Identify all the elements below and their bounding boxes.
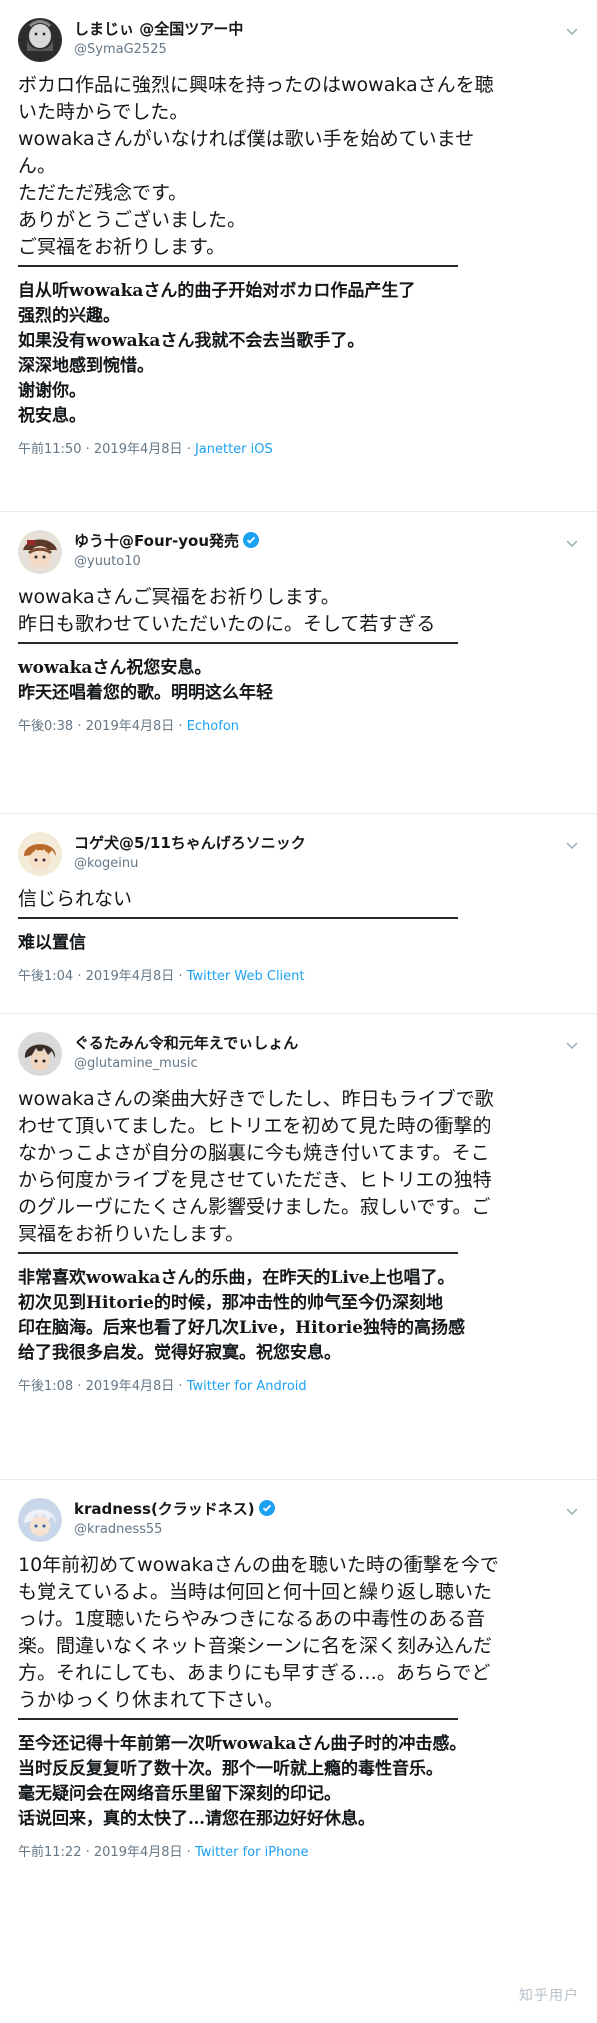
user-info: kradness(クラッドネス) @kradness55 [74, 1499, 537, 1539]
meta-separator: · [178, 719, 183, 734]
tweet-card[interactable]: kradness(クラッドネス) @kradness55 10年前初めてwowa… [0, 1480, 597, 2023]
tweet-date[interactable]: 2019年4月8日 [94, 1845, 183, 1860]
chevron-down-icon[interactable] [563, 534, 581, 552]
tweet-source-link[interactable]: Twitter Web Client [187, 969, 305, 984]
tweet-meta: 午前11:22 · 2019年4月8日 · Twitter for iPhone [18, 1844, 581, 1862]
avatar-anime-silver-hair-icon[interactable] [18, 1498, 62, 1542]
tweet-time[interactable]: 午後1:04 [18, 969, 73, 984]
tweet-header: ゆう十@Four-you発売 @yuuto10 [18, 530, 581, 584]
chevron-down-icon[interactable] [563, 836, 581, 854]
tweet-header: kradness(クラッドネス) @kradness55 [18, 1498, 581, 1552]
tweet-source-link[interactable]: Janetter iOS [195, 442, 273, 457]
divider [18, 1252, 458, 1254]
display-name[interactable]: しまじぃ @全国ツアー中 [74, 19, 537, 39]
avatar-anime-dark-hair-icon[interactable] [18, 1032, 62, 1076]
user-handle[interactable]: @kogeinu [74, 855, 537, 873]
tweet-time[interactable]: 午後1:08 [18, 1379, 73, 1394]
tweet-time[interactable]: 午前11:22 [18, 1845, 81, 1860]
tweet-text: wowakaさんご冥福をお祈りします。 昨日も歌わせていただいたのに。そして若す… [18, 586, 436, 635]
meta-separator: · [186, 442, 191, 457]
user-info: コゲ犬@5/11ちゃんげろソニック @kogeinu [74, 833, 537, 873]
translation-text: 难以置信 [18, 933, 86, 953]
tweet-source-link[interactable]: Echofon [187, 719, 239, 734]
tweet-date[interactable]: 2019年4月8日 [86, 719, 175, 734]
tweet-time[interactable]: 午後0:38 [18, 719, 73, 734]
meta-separator: · [77, 969, 82, 984]
meta-separator: · [178, 969, 183, 984]
verified-badge-icon [258, 1500, 275, 1516]
user-info: しまじぃ @全国ツアー中 @SymaG2525 [74, 19, 537, 59]
display-name[interactable]: kradness(クラッドネス) [74, 1499, 537, 1519]
tweet-header: ぐるたみん令和元年えでぃしょん @glutamine_music [18, 1032, 581, 1086]
display-name-text[interactable]: ゆう十@Four-you発売 [74, 532, 239, 550]
user-handle[interactable]: @yuuto10 [74, 553, 537, 571]
tweet-text: wowakaさんの楽曲大好きでしたし、昨日もライブで歌 わせて頂いてました。ヒト… [18, 1088, 494, 1245]
user-handle[interactable]: @SymaG2525 [74, 41, 537, 59]
tweet-card[interactable]: コゲ犬@5/11ちゃんげろソニック @kogeinu 信じられない 难以置信 午… [0, 814, 597, 1014]
watermark: 知乎用户 [519, 1988, 579, 2004]
translation-text: 自从听wowakaさん的曲子开始对ボカロ作品产生了 强烈的兴趣。 如果没有wow… [18, 281, 416, 426]
user-handle[interactable]: @glutamine_music [74, 1055, 537, 1073]
tweet-text: 10年前初めてwowakaさんの曲を聴いた時の衝撃を今で も覚えているよ。当時は… [18, 1554, 499, 1711]
translation-text: 非常喜欢wowakaさん的乐曲，在昨天的Live上也唱了。 初次见到Hitori… [18, 1268, 466, 1363]
tweet-meta: 午後1:08 · 2019年4月8日 · Twitter for Android [18, 1378, 581, 1396]
tweet-date[interactable]: 2019年4月8日 [86, 969, 175, 984]
user-handle[interactable]: @kradness55 [74, 1521, 537, 1539]
tweet-card[interactable]: ぐるたみん令和元年えでぃしょん @glutamine_music wowakaさ… [0, 1014, 597, 1480]
user-info: ぐるたみん令和元年えでぃしょん @glutamine_music [74, 1033, 537, 1073]
tweet-meta: 午後0:38 · 2019年4月8日 · Echofon [18, 718, 581, 736]
divider [18, 265, 458, 267]
user-info: ゆう十@Four-you発売 @yuuto10 [74, 531, 537, 571]
divider [18, 917, 458, 919]
translation-text: wowakaさん祝您安息。 昨天还唱着您的歌。明明这么年轻 [18, 658, 273, 703]
tweet-text: 信じられない [18, 888, 133, 910]
display-name[interactable]: ゆう十@Four-you発売 [74, 531, 537, 551]
tweet-header: しまじぃ @全国ツアー中 @SymaG2525 [18, 18, 581, 72]
chevron-down-icon[interactable] [563, 1502, 581, 1520]
avatar-face-beard-icon[interactable] [18, 18, 62, 62]
meta-separator: · [85, 1845, 90, 1860]
tweet-meta: 午後1:04 · 2019年4月8日 · Twitter Web Client [18, 968, 581, 986]
tweet-source-link[interactable]: Twitter for Android [187, 1379, 307, 1394]
tweet-source-link[interactable]: Twitter for iPhone [195, 1845, 309, 1860]
tweet-time[interactable]: 午前11:50 [18, 442, 81, 457]
tweet-date[interactable]: 2019年4月8日 [94, 442, 183, 457]
translation-text: 至今还记得十年前第一次听wowakaさん曲子时的冲击感。 当时反反复复听了数十次… [18, 1734, 467, 1829]
meta-separator: · [85, 442, 90, 457]
tweet-meta: 午前11:50 · 2019年4月8日 · Janetter iOS [18, 441, 581, 459]
tweet-date[interactable]: 2019年4月8日 [86, 1379, 175, 1394]
chevron-down-icon[interactable] [563, 1036, 581, 1054]
avatar-anime-hat-icon[interactable] [18, 530, 62, 574]
display-name[interactable]: ぐるたみん令和元年えでぃしょん [74, 1033, 537, 1053]
meta-separator: · [178, 1379, 183, 1394]
tweet-header: コゲ犬@5/11ちゃんげろソニック @kogeinu [18, 832, 581, 886]
chevron-down-icon[interactable] [563, 22, 581, 40]
tweet-text: ボカロ作品に強烈に興味を持ったのはwowakaさんを聴 いた時からでした。 wo… [18, 74, 494, 258]
display-name-text[interactable]: kradness(クラッドネス) [74, 1500, 255, 1518]
divider [18, 1718, 458, 1720]
tweet-card[interactable]: しまじぃ @全国ツアー中 @SymaG2525 ボカロ作品に強烈に興味を持ったの… [0, 0, 597, 512]
display-name[interactable]: コゲ犬@5/11ちゃんげろソニック [74, 833, 537, 853]
divider [18, 642, 458, 644]
verified-badge-icon [243, 532, 260, 548]
avatar-anime-brown-hair-icon[interactable] [18, 832, 62, 876]
meta-separator: · [186, 1845, 191, 1860]
tweet-feed: しまじぃ @全国ツアー中 @SymaG2525 ボカロ作品に強烈に興味を持ったの… [0, 0, 597, 2023]
meta-separator: · [77, 1379, 82, 1394]
meta-separator: · [77, 719, 82, 734]
tweet-card[interactable]: ゆう十@Four-you発売 @yuuto10 wowakaさんご冥福をお祈りし… [0, 512, 597, 814]
